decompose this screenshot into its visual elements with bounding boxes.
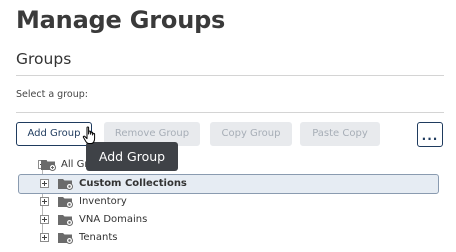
- divider: [16, 75, 444, 76]
- group-folder-icon: [58, 197, 73, 208]
- tree-item-label: Custom Collections: [79, 178, 187, 189]
- expand-icon[interactable]: [40, 233, 49, 242]
- select-group-label: Select a group:: [16, 89, 88, 100]
- tree-item-label: VNA Domains: [79, 214, 148, 225]
- copy-group-button[interactable]: Copy Group: [210, 122, 292, 146]
- divider: [16, 112, 444, 113]
- page-title: Manage Groups: [16, 6, 226, 34]
- hand-cursor-icon: [82, 126, 96, 144]
- add-group-button[interactable]: Add Group: [16, 122, 92, 146]
- expand-icon[interactable]: [40, 197, 49, 206]
- section-title: Groups: [16, 50, 72, 68]
- tree-item-label: Inventory: [79, 196, 127, 207]
- group-folder-icon: [58, 233, 73, 244]
- paste-copy-button[interactable]: Paste Copy: [300, 122, 380, 146]
- expand-icon[interactable]: [40, 215, 49, 224]
- group-folder-icon: [58, 179, 73, 190]
- group-folder-icon: [58, 215, 73, 226]
- tooltip: Add Group: [86, 142, 178, 171]
- expand-icon[interactable]: [40, 179, 49, 188]
- tree-item-label: Tenants: [79, 232, 118, 243]
- more-options-button[interactable]: ...: [417, 122, 443, 147]
- tree-item-label: All Gr: [61, 159, 89, 170]
